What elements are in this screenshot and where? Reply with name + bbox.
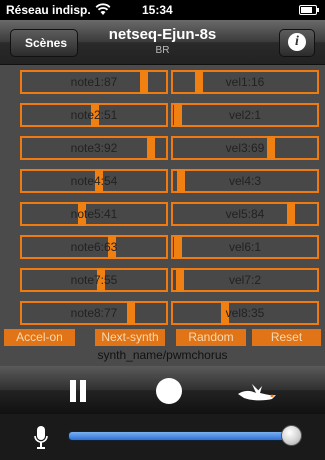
- accel-button[interactable]: Accel-on: [4, 329, 75, 346]
- main-panel: note1:87 note2:51 note3:92 note4:54 note5:41…: [0, 65, 325, 366]
- vel-slider-8[interactable]: vel8:35: [171, 301, 319, 325]
- carrier-label: Réseau indisp.: [6, 3, 91, 17]
- vel-slider-1[interactable]: vel1:16: [171, 70, 319, 94]
- microphone-icon: [34, 426, 48, 449]
- slider-label: vel6:1: [228, 240, 262, 254]
- slider-label: note8:77: [70, 306, 118, 320]
- slider-label: note2:51: [70, 108, 118, 122]
- slider-label: note4:54: [70, 174, 118, 188]
- vel-slider-3[interactable]: vel3:69: [171, 136, 319, 160]
- next-synth-button[interactable]: Next-synth: [95, 329, 165, 346]
- note-slider-8[interactable]: note8:77: [20, 301, 168, 325]
- slider-label: note1:87: [70, 75, 118, 89]
- navigation-bar: Scènes netseq-Ejun-8s BR i: [0, 20, 325, 65]
- vel-slider-5[interactable]: vel5:84: [171, 202, 319, 226]
- bird-icon[interactable]: [236, 378, 280, 404]
- slider-label: note5:41: [70, 207, 118, 221]
- note-slider-6[interactable]: note6:63: [20, 235, 168, 259]
- clock: 15:34: [142, 3, 173, 17]
- slider-label: note6:63: [70, 240, 118, 254]
- note-slider-2[interactable]: note2:51: [20, 103, 168, 127]
- status-bar: Réseau indisp. 15:34: [0, 0, 325, 20]
- vel-slider-7[interactable]: vel7:2: [171, 268, 319, 292]
- page-title: netseq-Ejun-8s: [108, 26, 217, 43]
- slider-label: vel7:2: [228, 273, 262, 287]
- battery-icon: [299, 5, 319, 15]
- reset-button[interactable]: Reset: [252, 329, 321, 346]
- slider-label: vel4:3: [228, 174, 262, 188]
- info-icon: i: [288, 33, 306, 51]
- transport-bar: [0, 366, 325, 414]
- note-slider-4[interactable]: note4:54: [20, 169, 168, 193]
- info-button[interactable]: i: [279, 29, 315, 57]
- slider-label: note3:92: [70, 141, 118, 155]
- vel-slider-6[interactable]: vel6:1: [171, 235, 319, 259]
- record-icon[interactable]: [156, 378, 182, 404]
- slider-label: note7:55: [70, 273, 118, 287]
- vel-slider-4[interactable]: vel4:3: [171, 169, 319, 193]
- vel-slider-2[interactable]: vel2:1: [171, 103, 319, 127]
- slider-label: vel8:35: [225, 306, 265, 320]
- note-slider-3[interactable]: note3:92: [20, 136, 168, 160]
- page-subtitle: BR: [155, 45, 170, 56]
- volume-slider-knob[interactable]: [281, 425, 302, 446]
- slider-label: vel2:1: [228, 108, 262, 122]
- synth-name-label: synth_name/pwmchorus: [97, 348, 228, 362]
- slider-label: vel3:69: [225, 141, 265, 155]
- note-slider-1[interactable]: note1:87: [20, 70, 168, 94]
- slider-label: vel5:84: [225, 207, 265, 221]
- volume-slider-track[interactable]: [68, 431, 292, 441]
- note-slider-7[interactable]: note7:55: [20, 268, 168, 292]
- volume-bar: [0, 414, 325, 460]
- random-button[interactable]: Random: [176, 329, 246, 346]
- slider-label: vel1:16: [225, 75, 265, 89]
- pause-icon[interactable]: [68, 380, 88, 402]
- wifi-icon: [95, 3, 111, 15]
- note-slider-5[interactable]: note5:41: [20, 202, 168, 226]
